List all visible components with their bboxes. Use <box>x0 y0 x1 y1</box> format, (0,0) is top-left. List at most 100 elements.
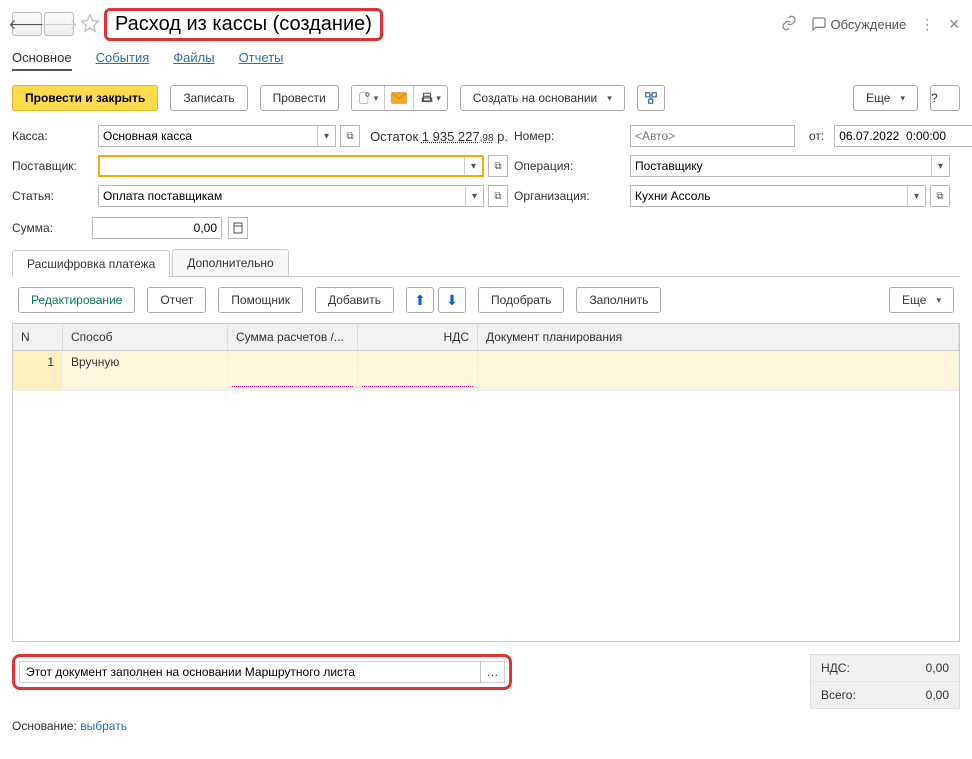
basis-label: Основание: <box>12 719 77 733</box>
titlebar: 🡐 🡒 Расход из кассы (создание) Обсуждени… <box>12 8 960 40</box>
article-dropdown-icon[interactable]: ▾ <box>465 186 483 206</box>
kebab-menu-icon[interactable]: ⋮ <box>920 16 934 33</box>
org-open-button[interactable]: ⧉ <box>930 185 950 207</box>
date-input[interactable] <box>835 126 972 146</box>
cell-n: 1 <box>13 351 63 391</box>
balance-text: Остаток 1 935 227,98 р. <box>370 129 508 144</box>
report-button[interactable]: Отчет <box>147 287 206 313</box>
number-field[interactable] <box>630 125 795 147</box>
article-open-button[interactable]: ⧉ <box>488 185 508 207</box>
operation-field[interactable]: ▾ <box>630 155 950 177</box>
calculator-icon[interactable] <box>228 217 248 239</box>
number-label: Номер: <box>514 129 624 143</box>
grid-body[interactable]: 1 Вручную <box>13 351 959 641</box>
col-sums[interactable]: Сумма расчетов /... <box>228 324 358 350</box>
totals-total-label: Всего: <box>821 688 856 702</box>
col-method[interactable]: Способ <box>63 324 228 350</box>
payment-grid: N Способ Сумма расчетов /... НДС Докумен… <box>12 323 960 642</box>
tab-extra[interactable]: Дополнительно <box>172 249 288 276</box>
supplier-field[interactable]: ▾ <box>98 155 484 177</box>
tab-main[interactable]: Основное <box>12 50 72 71</box>
basis-select-link[interactable]: выбрать <box>80 719 127 733</box>
comment-input[interactable] <box>19 661 481 683</box>
cell-vat[interactable] <box>358 351 478 391</box>
supplier-label: Поставщик: <box>12 159 92 173</box>
cell-sums[interactable] <box>228 351 358 391</box>
sum-input[interactable] <box>92 217 222 239</box>
cash-input[interactable] <box>99 126 317 146</box>
comment-picker-button[interactable]: … <box>481 661 505 683</box>
panel-more-label: Еще <box>902 293 926 307</box>
totals-total-value: 0,00 <box>926 688 949 702</box>
org-dropdown-icon[interactable]: ▾ <box>907 186 925 206</box>
supplier-input[interactable] <box>100 157 464 175</box>
print-button[interactable]: ▾ <box>414 86 447 110</box>
tab-reports[interactable]: Отчеты <box>239 50 284 71</box>
command-bar: Провести и закрыть Записать Провести ▾ ▾… <box>12 85 960 111</box>
move-down-button[interactable]: ⬇ <box>438 287 466 313</box>
basis-row: Основание: выбрать <box>12 719 960 733</box>
link-icon[interactable] <box>781 15 797 34</box>
cell-method[interactable]: Вручную <box>63 351 228 391</box>
totals-box: НДС: 0,00 Всего: 0,00 <box>810 654 960 709</box>
page-title: Расход из кассы (создание) <box>104 8 383 41</box>
post-and-close-button[interactable]: Провести и закрыть <box>12 85 158 111</box>
sum-label: Сумма: <box>12 221 86 235</box>
save-button[interactable]: Записать <box>170 85 247 111</box>
post-button[interactable]: Провести <box>260 85 339 111</box>
create-on-basis-button[interactable]: Создать на основании ▾ <box>460 85 625 111</box>
panel-tabs: Расшифровка платежа Дополнительно <box>12 249 960 277</box>
operation-dropdown-icon[interactable]: ▾ <box>931 156 949 176</box>
supplier-dropdown-icon[interactable]: ▾ <box>464 157 482 175</box>
add-row-button[interactable]: Добавить <box>315 287 394 313</box>
comment-highlight: … <box>12 654 512 690</box>
form-grid: Касса: ▾ ⧉ Остаток 1 935 227,98 р. Номер… <box>12 125 960 207</box>
attach-file-button[interactable]: ▾ <box>352 86 386 110</box>
assistant-button[interactable]: Помощник <box>218 287 303 313</box>
cell-plan[interactable] <box>478 351 959 391</box>
org-field[interactable]: ▾ <box>630 185 926 207</box>
nav-forward-button[interactable]: 🡒 <box>44 12 74 36</box>
table-row[interactable]: 1 Вручную <box>13 351 959 391</box>
cash-field[interactable]: ▾ <box>98 125 336 147</box>
panel-more-button[interactable]: Еще ▾ <box>889 287 954 313</box>
more-label: Еще <box>866 91 890 105</box>
totals-vat-label: НДС: <box>821 661 850 675</box>
move-up-button[interactable]: ⬆ <box>406 287 434 313</box>
cash-dropdown-icon[interactable]: ▾ <box>317 126 335 146</box>
bottom-area: … НДС: 0,00 Всего: 0,00 <box>12 654 960 709</box>
favorite-star-icon[interactable] <box>80 13 100 36</box>
cash-open-button[interactable]: ⧉ <box>340 125 360 147</box>
article-field[interactable]: ▾ <box>98 185 484 207</box>
col-plan[interactable]: Документ планирования <box>478 324 959 350</box>
pick-button[interactable]: Подобрать <box>478 287 564 313</box>
tab-events[interactable]: События <box>96 50 150 71</box>
operation-input[interactable] <box>631 156 931 176</box>
panel-toolbar: Редактирование Отчет Помощник Добавить ⬆… <box>12 277 960 323</box>
org-input[interactable] <box>631 186 907 206</box>
discuss-button[interactable]: Обсуждение <box>811 16 907 32</box>
help-button[interactable]: ? <box>930 85 960 111</box>
supplier-open-button[interactable]: ⧉ <box>488 155 508 177</box>
operation-label: Операция: <box>514 159 624 173</box>
structure-button[interactable] <box>637 85 665 111</box>
col-vat[interactable]: НДС <box>358 324 478 350</box>
create-on-basis-label: Создать на основании <box>473 91 598 105</box>
tab-decode[interactable]: Расшифровка платежа <box>12 250 170 277</box>
more-button[interactable]: Еще ▾ <box>853 85 918 111</box>
totals-vat-value: 0,00 <box>926 661 949 675</box>
edit-mode-button[interactable]: Редактирование <box>18 287 135 313</box>
org-label: Организация: <box>514 189 624 203</box>
close-icon[interactable]: ✕ <box>948 16 960 33</box>
article-label: Статья: <box>12 189 92 203</box>
date-field[interactable] <box>834 125 972 147</box>
attach-group: ▾ ▾ <box>351 85 448 111</box>
grid-header: N Способ Сумма расчетов /... НДС Докумен… <box>13 324 959 351</box>
fill-button[interactable]: Заполнить <box>576 287 661 313</box>
number-input[interactable] <box>631 126 794 146</box>
tab-files[interactable]: Файлы <box>173 50 214 71</box>
email-button[interactable] <box>385 86 414 110</box>
article-input[interactable] <box>99 186 465 206</box>
nav-back-button[interactable]: 🡐 <box>12 12 42 36</box>
col-n[interactable]: N <box>13 324 63 350</box>
